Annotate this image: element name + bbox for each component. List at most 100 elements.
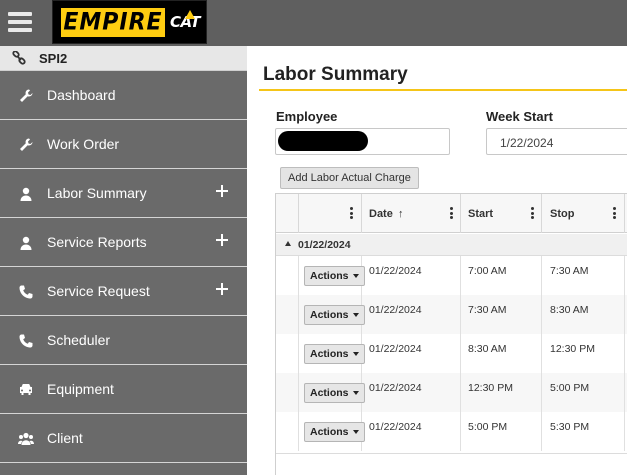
actions-dropdown-button[interactable]: Actions: [304, 422, 365, 442]
add-labor-actual-charge-button[interactable]: Add Labor Actual Charge: [280, 167, 419, 189]
stop-cell: 5:00 PM: [542, 373, 625, 412]
column-menu-icon[interactable]: [450, 207, 453, 219]
caret-down-icon: [352, 391, 359, 395]
labor-grid: Date ↑ Start Stop 01/22/2024 Actions 01/2…: [275, 193, 627, 475]
sidebar-item-dashboard[interactable]: Dashboard: [0, 71, 247, 120]
menu-icon[interactable]: [8, 11, 32, 33]
grid-header-actions[interactable]: [299, 194, 362, 233]
sidebar-item-label: Service Reports: [47, 234, 147, 250]
group-row[interactable]: 01/22/2024: [276, 234, 627, 256]
stop-cell: 7:30 AM: [542, 256, 625, 295]
expand-plus-icon[interactable]: [216, 283, 228, 295]
week-start-input[interactable]: 1/22/2024: [486, 128, 627, 155]
table-row[interactable]: Actions 01/22/2024 8:30 AM 12:30 PM: [276, 334, 627, 373]
sidebar-item-labor-summary[interactable]: Labor Summary: [0, 169, 247, 218]
stop-cell: 8:30 AM: [542, 295, 625, 334]
row-gutter: [276, 334, 299, 373]
date-cell: 01/22/2024: [362, 295, 461, 334]
actions-dropdown-button[interactable]: Actions: [304, 266, 365, 286]
collapse-triangle-icon[interactable]: [285, 241, 291, 246]
start-cell: 7:00 AM: [461, 256, 542, 295]
sidebar-item-client[interactable]: Client: [0, 414, 247, 463]
actions-dropdown-button[interactable]: Actions: [304, 305, 365, 325]
car-icon: [20, 384, 32, 395]
date-value: 01/22/2024: [369, 343, 422, 355]
stop-cell: 12:30 PM: [542, 334, 625, 373]
sidebar-header[interactable]: SPI2: [0, 46, 247, 71]
row-gutter: [276, 373, 299, 412]
row-actions-cell: Actions: [299, 295, 365, 334]
wrench-icon: [20, 138, 33, 151]
users-icon: [18, 432, 34, 445]
sidebar-item-service-request[interactable]: Service Request: [0, 267, 247, 316]
wrench-icon: [20, 89, 33, 102]
start-value: 7:30 AM: [468, 304, 507, 316]
expand-plus-icon[interactable]: [216, 234, 228, 246]
table-row[interactable]: Actions 01/22/2024 7:30 AM 8:30 AM: [276, 295, 627, 334]
start-value: 8:30 AM: [468, 343, 507, 355]
date-cell: 01/22/2024: [362, 256, 461, 295]
table-row[interactable]: Actions 01/22/2024 7:00 AM 7:30 AM: [276, 256, 627, 295]
employee-label: Employee: [276, 109, 338, 124]
start-cell: 12:30 PM: [461, 373, 542, 412]
sidebar-item-label: Client: [47, 430, 83, 446]
actions-label: Actions: [310, 387, 349, 399]
sidebar-item-work-order[interactable]: Work Order: [0, 120, 247, 169]
redacted-employee-name: [278, 131, 368, 151]
start-cell: 7:30 AM: [461, 295, 542, 334]
table-row[interactable]: Actions 01/22/2024 5:00 PM 5:30 PM: [276, 412, 627, 451]
actions-label: Actions: [310, 309, 349, 321]
start-value: 12:30 PM: [468, 382, 513, 394]
row-gutter: [276, 295, 299, 334]
expand-plus-icon[interactable]: [216, 185, 228, 197]
sidebar-header-label: SPI2: [39, 50, 68, 66]
column-menu-icon[interactable]: [350, 207, 353, 219]
stop-value: 5:30 PM: [550, 421, 590, 433]
sidebar-item-label: Dashboard: [47, 87, 116, 103]
actions-dropdown-button[interactable]: Actions: [304, 344, 365, 364]
sidebar: SPI2 Dashboard Work Order Labor Summary …: [0, 46, 247, 475]
caret-down-icon: [352, 352, 359, 356]
user-icon: [20, 187, 32, 201]
sidebar-item-label: Labor Summary: [47, 185, 147, 201]
actions-label: Actions: [310, 348, 349, 360]
column-title: Date: [369, 208, 393, 220]
sidebar-item-scheduler[interactable]: Scheduler: [0, 316, 247, 365]
column-title: Stop: [550, 208, 575, 220]
column-menu-icon[interactable]: [531, 207, 534, 219]
cat-triangle-icon: [185, 10, 195, 19]
sidebar-item-label: Work Order: [47, 136, 120, 152]
sort-ascending-icon[interactable]: ↑: [398, 208, 404, 220]
link-icon: [12, 51, 26, 65]
column-menu-icon[interactable]: [613, 207, 616, 219]
user-icon: [20, 236, 32, 250]
table-row[interactable]: Actions 01/22/2024 12:30 PM 5:00 PM: [276, 373, 627, 412]
grid-header-date[interactable]: Date ↑: [362, 194, 461, 233]
grid-header-gutter: [276, 194, 299, 233]
date-value: 01/22/2024: [369, 421, 422, 433]
main-content: Labor Summary Employee Week Start 1/22/2…: [247, 46, 627, 475]
date-value: 01/22/2024: [369, 265, 422, 277]
row-gutter: [276, 256, 299, 295]
grid-header-stop[interactable]: Stop: [542, 194, 625, 233]
sidebar-item-label: Equipment: [47, 381, 114, 397]
week-start-value: 1/22/2024: [500, 136, 554, 150]
logo-cat-box: CAT: [167, 5, 203, 39]
start-cell: 8:30 AM: [461, 334, 542, 373]
stop-cell: 5:30 PM: [542, 412, 625, 451]
actions-dropdown-button[interactable]: Actions: [304, 383, 365, 403]
sidebar-item-equipment[interactable]: Equipment: [0, 365, 247, 414]
sidebar-item-service-reports[interactable]: Service Reports: [0, 218, 247, 267]
stop-value: 7:30 AM: [550, 265, 589, 277]
start-value: 7:00 AM: [468, 265, 507, 277]
date-value: 01/22/2024: [369, 382, 422, 394]
row-gutter: [276, 412, 299, 451]
employee-input[interactable]: [275, 128, 450, 155]
top-bar: EMPIRE CAT: [0, 0, 627, 46]
row-actions-cell: Actions: [299, 334, 365, 373]
date-cell: 01/22/2024: [362, 412, 461, 451]
grid-header-start[interactable]: Start: [461, 194, 542, 233]
start-cell: 5:00 PM: [461, 412, 542, 451]
date-cell: 01/22/2024: [362, 373, 461, 412]
empire-cat-logo[interactable]: EMPIRE CAT: [52, 0, 207, 44]
